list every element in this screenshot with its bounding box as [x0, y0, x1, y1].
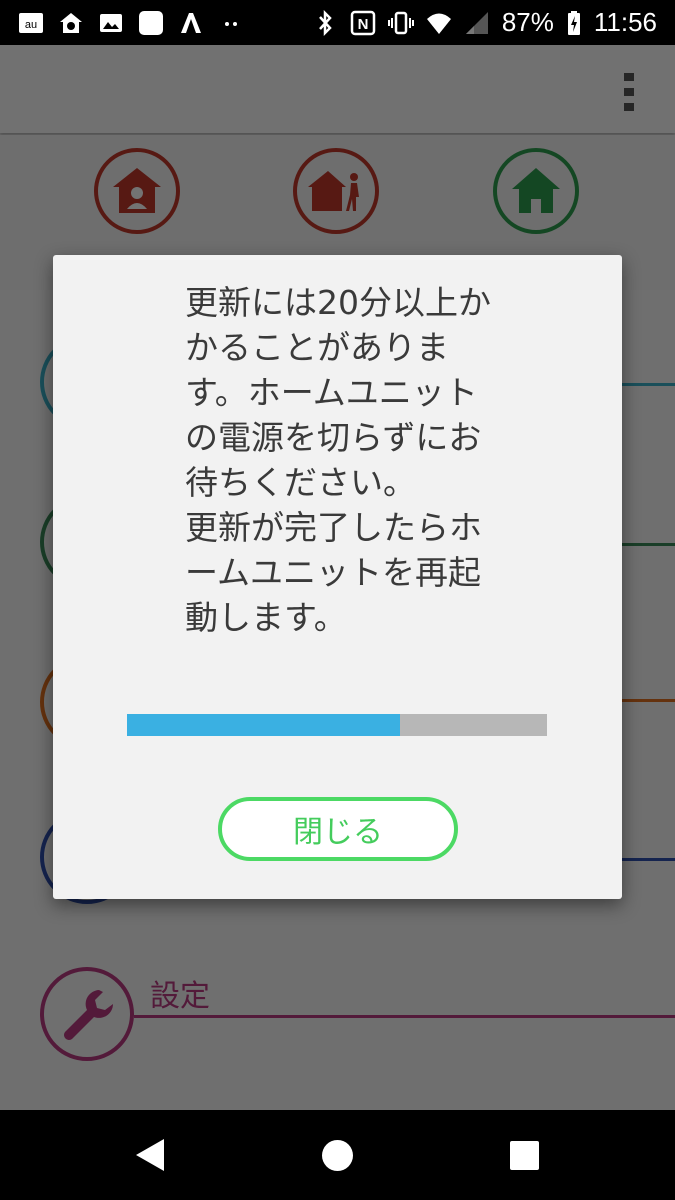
update-progress-bar [127, 714, 547, 736]
status-right-icons: N 87% 11:56 [312, 7, 675, 38]
recent-apps-icon[interactable] [510, 1141, 539, 1170]
status-bar: au N 87% 11:56 [0, 0, 675, 45]
svg-text:N: N [357, 16, 368, 33]
progress-fill [127, 714, 400, 736]
signal-icon [465, 11, 488, 34]
au-icon: au [19, 12, 43, 33]
svg-text:au: au [25, 19, 37, 31]
home-circle-icon[interactable] [322, 1140, 353, 1171]
back-icon[interactable] [134, 1137, 166, 1173]
update-dialog: 更新には20分以上かかることがあります。ホームユニットの電源を切らずにお待ちくだ… [53, 255, 622, 899]
app-icon [139, 10, 163, 35]
clock: 11:56 [593, 7, 657, 37]
wifi-icon [426, 13, 451, 34]
more-dots-icon [225, 21, 237, 26]
nfc-icon: N [350, 10, 376, 35]
a-logo-icon [181, 12, 201, 33]
navigation-bar [0, 1110, 675, 1200]
home-share-icon [60, 12, 82, 33]
status-left-icons: au [0, 10, 244, 36]
bluetooth-icon [318, 9, 332, 36]
battery-percent: 87% [501, 7, 554, 37]
dialog-message: 更新には20分以上かかることがあります。ホームユニットの電源を切らずにお待ちくだ… [185, 283, 491, 637]
image-icon [100, 13, 122, 32]
vibrate-icon [387, 11, 414, 34]
battery-icon [567, 10, 580, 35]
close-button[interactable]: 閉じる [218, 797, 458, 861]
